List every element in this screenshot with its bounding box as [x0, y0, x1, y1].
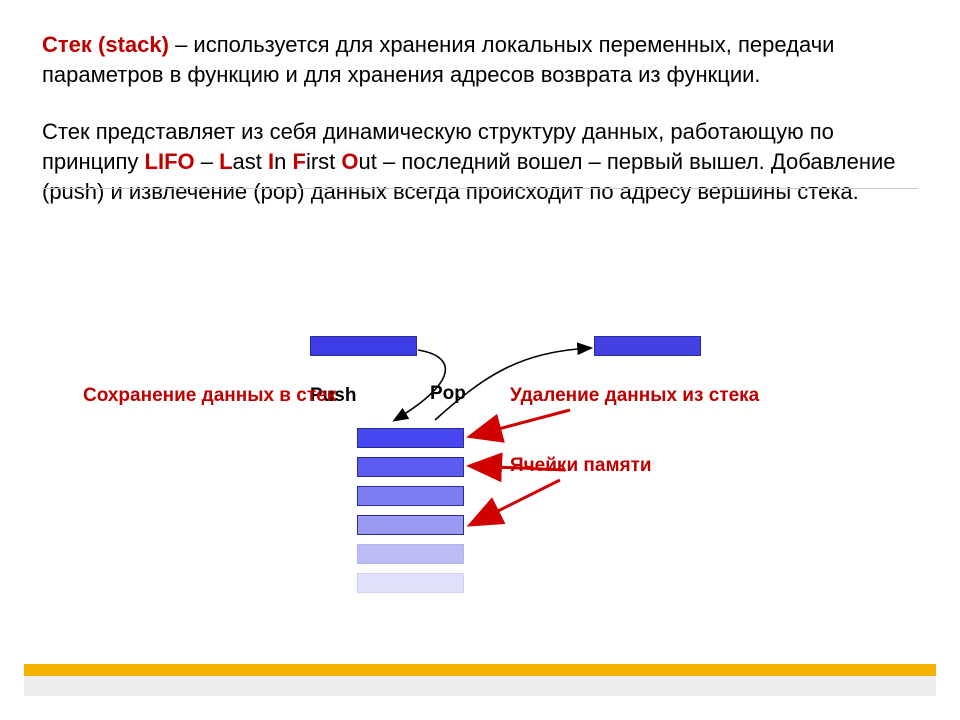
horizontal-rule — [42, 188, 918, 189]
stack-cell — [357, 486, 464, 506]
memory-pointer-icon — [472, 410, 570, 436]
lifo-acronym: LIFO — [145, 149, 195, 174]
diagram-arrows — [0, 320, 960, 640]
memory-label: Ячейки памяти — [510, 454, 652, 478]
stack-cell — [357, 457, 464, 477]
footer-decoration — [24, 664, 936, 696]
pop-label: Pop — [430, 382, 466, 406]
stack-cell — [357, 544, 464, 564]
stack-diagram: Push Pop Сохранение данных в стек Удален… — [0, 320, 960, 640]
term-title: Стек (stack) — [42, 32, 169, 57]
pop-dest-block — [594, 336, 701, 356]
stack-cell — [357, 428, 464, 448]
push-source-block — [310, 336, 417, 356]
delete-label: Удаление данных из стека — [510, 384, 759, 408]
stack-cell — [357, 573, 464, 593]
memory-pointer-icon — [472, 480, 560, 524]
save-label: Сохранение данных в стек — [83, 384, 336, 408]
stack-cell — [357, 515, 464, 535]
definition-paragraph: Стек (stack) – используется для хранения… — [42, 30, 918, 89]
lifo-paragraph: Стек представляет из себя динамическую с… — [42, 117, 918, 206]
